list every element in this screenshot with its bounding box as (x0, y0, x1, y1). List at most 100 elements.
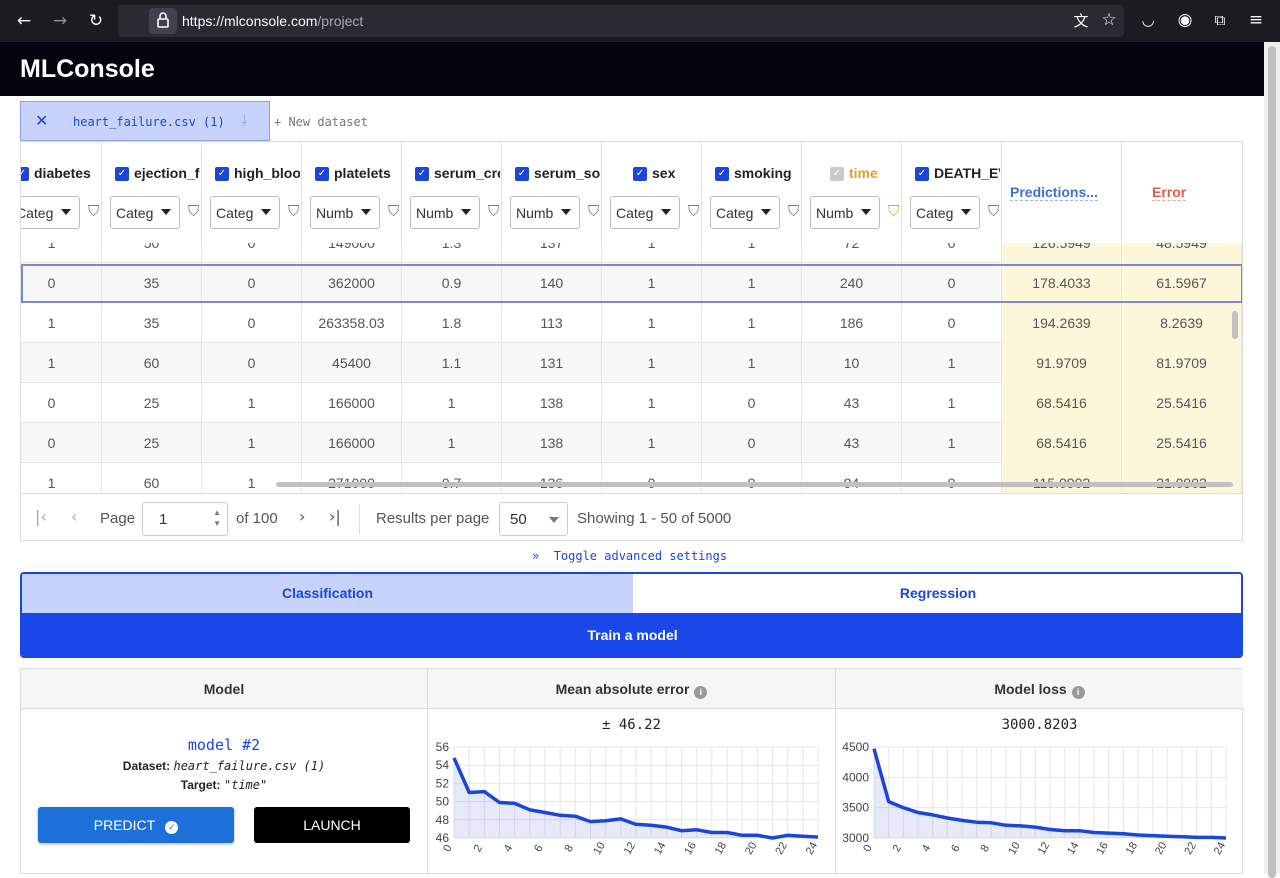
table-cell[interactable]: 0 (702, 423, 802, 463)
column-type-select[interactable]: Categ (610, 196, 680, 229)
grid-horizontal-scrollbar[interactable] (276, 482, 1233, 487)
table-cell[interactable]: 0.9 (402, 263, 502, 303)
table-row[interactable]: 0 25 1 166000 1 138 1 0 43 1 68.5416 25.5416 (21, 423, 1242, 463)
tag-icon[interactable]: ⛉ (688, 202, 699, 220)
table-cell[interactable]: 113 (502, 303, 602, 343)
tag-icon[interactable]: ⛉ (988, 202, 999, 220)
table-cell[interactable]: 43 (802, 423, 902, 463)
table-cell[interactable]: 0 (21, 263, 102, 303)
table-cell[interactable]: 263358.03 (302, 303, 402, 343)
column-checkbox[interactable]: ✓ (515, 167, 529, 181)
url-text[interactable]: https://mlconsole.com/project (182, 13, 363, 29)
table-cell[interactable]: 61.5967 (1122, 263, 1242, 303)
table-cell[interactable]: 91.9709 (1002, 343, 1122, 383)
table-cell[interactable]: 68.5416 (1002, 383, 1122, 423)
table-cell[interactable]: 35 (102, 303, 202, 343)
menu-icon[interactable]: ≡ (1244, 10, 1268, 30)
table-cell[interactable]: 140 (502, 263, 602, 303)
table-cell[interactable]: 1 (402, 423, 502, 463)
table-cell[interactable]: 1 (602, 343, 702, 383)
table-row[interactable]: 0 35 0 362000 0.9 140 1 1 240 0 178.4033 61.5967 (21, 263, 1242, 303)
column-checkbox[interactable]: ✓ (415, 167, 429, 181)
tab-classification[interactable]: Classification (22, 574, 633, 613)
table-cell[interactable]: 1 (702, 263, 802, 303)
dataset-tab-active[interactable]: ✕ heart_failure.csv (1) ⤓ (20, 101, 270, 141)
table-cell[interactable]: 25 (102, 423, 202, 463)
table-cell[interactable]: 68.5416 (1002, 423, 1122, 463)
per-page-select[interactable]: 50 (499, 502, 568, 536)
table-cell[interactable]: 1 (702, 343, 802, 383)
reload-icon[interactable]: ↻ (84, 11, 108, 31)
tag-icon[interactable]: ⛉ (188, 202, 199, 220)
column-type-select[interactable]: Numb (410, 196, 480, 229)
table-cell[interactable]: 0 (21, 423, 102, 463)
table-cell[interactable]: 60 (102, 343, 202, 383)
tab-regression[interactable]: Regression (633, 574, 1241, 613)
back-icon[interactable]: ← (12, 11, 36, 31)
table-cell[interactable]: 1 (702, 303, 802, 343)
column-type-select[interactable]: Numb (810, 196, 880, 229)
table-cell[interactable]: 138 (502, 423, 602, 463)
last-page-icon[interactable]: ›| (329, 507, 341, 526)
column-header-predictions[interactable]: Predictions... (1002, 142, 1122, 243)
table-cell[interactable]: 43 (802, 383, 902, 423)
table-cell[interactable]: 1 (902, 343, 1002, 383)
tag-icon[interactable]: ⛉ (388, 202, 399, 220)
column-checkbox[interactable]: ✓ (915, 167, 929, 181)
extensions-icon[interactable]: ⧉ (1208, 10, 1232, 30)
next-page-icon[interactable]: › (299, 507, 305, 526)
table-cell[interactable]: 0 (202, 263, 302, 303)
new-dataset-link[interactable]: + New dataset (274, 115, 368, 129)
table-row[interactable]: 1 60 0 45400 1.1 131 1 1 10 1 91.9709 81.9709 (21, 343, 1242, 383)
table-cell[interactable]: 194.2639 (1002, 303, 1122, 343)
table-cell[interactable]: 1 (202, 423, 302, 463)
column-type-select[interactable]: Categ (710, 196, 780, 229)
column-checkbox[interactable]: ✓ (830, 167, 844, 181)
table-cell[interactable]: 45400 (302, 343, 402, 383)
table-cell[interactable]: 25.5416 (1122, 423, 1242, 463)
model-name[interactable]: model #2 (21, 736, 427, 754)
download-icon[interactable]: ⤓ (241, 111, 248, 129)
column-type-select[interactable]: Categ (210, 196, 280, 229)
column-type-select[interactable]: Numb (510, 196, 580, 229)
tag-icon[interactable]: ⛉ (88, 202, 99, 220)
train-model-button[interactable]: Train a model (22, 613, 1241, 656)
table-cell[interactable]: 35 (102, 263, 202, 303)
table-row[interactable]: 0 25 1 166000 1 138 1 0 43 1 68.5416 25.5416 (21, 383, 1242, 423)
tag-icon[interactable]: ⛉ (788, 202, 799, 220)
translate-icon[interactable]: 文 (1069, 11, 1093, 31)
column-checkbox[interactable]: ✓ (633, 167, 647, 181)
table-cell[interactable]: 186 (802, 303, 902, 343)
table-cell[interactable]: 1 (21, 343, 102, 383)
prev-page-icon[interactable]: ‹ (71, 507, 77, 526)
info-icon[interactable]: i (1071, 686, 1085, 699)
table-cell[interactable]: 0 (702, 383, 802, 423)
tag-icon[interactable]: ⛉ (288, 202, 299, 220)
advanced-settings-toggle[interactable]: » Toggle advanced settings (532, 549, 727, 563)
table-cell[interactable]: 1 (602, 263, 702, 303)
grid-vertical-scrollbar[interactable] (1232, 311, 1238, 339)
table-cell[interactable]: 1 (602, 423, 702, 463)
table-cell[interactable]: 166000 (302, 423, 402, 463)
column-checkbox[interactable]: ✓ (715, 167, 729, 181)
table-cell[interactable]: 0 (21, 383, 102, 423)
table-cell[interactable]: 240 (802, 263, 902, 303)
table-cell[interactable]: 1.8 (402, 303, 502, 343)
tag-icon[interactable]: ⛉ (588, 202, 599, 220)
column-checkbox[interactable]: ✓ (315, 167, 329, 181)
forward-icon[interactable]: → (48, 11, 72, 31)
table-cell[interactable]: 362000 (302, 263, 402, 303)
table-cell[interactable]: 131 (502, 343, 602, 383)
bookmark-star-icon[interactable]: ☆ (1097, 10, 1121, 30)
pocket-icon[interactable]: ◡ (1136, 10, 1160, 30)
table-cell[interactable]: 0 (202, 303, 302, 343)
table-cell[interactable]: 1 (902, 383, 1002, 423)
column-checkbox[interactable]: ✓ (115, 167, 129, 181)
table-cell[interactable]: 138 (502, 383, 602, 423)
tag-icon[interactable]: ⛉ (488, 202, 499, 220)
table-cell[interactable]: 0 (202, 343, 302, 383)
table-cell[interactable]: 1 (21, 303, 102, 343)
table-cell[interactable]: 178.4033 (1002, 263, 1122, 303)
table-cell[interactable]: 1 (402, 383, 502, 423)
first-page-icon[interactable]: |‹ (35, 507, 47, 526)
